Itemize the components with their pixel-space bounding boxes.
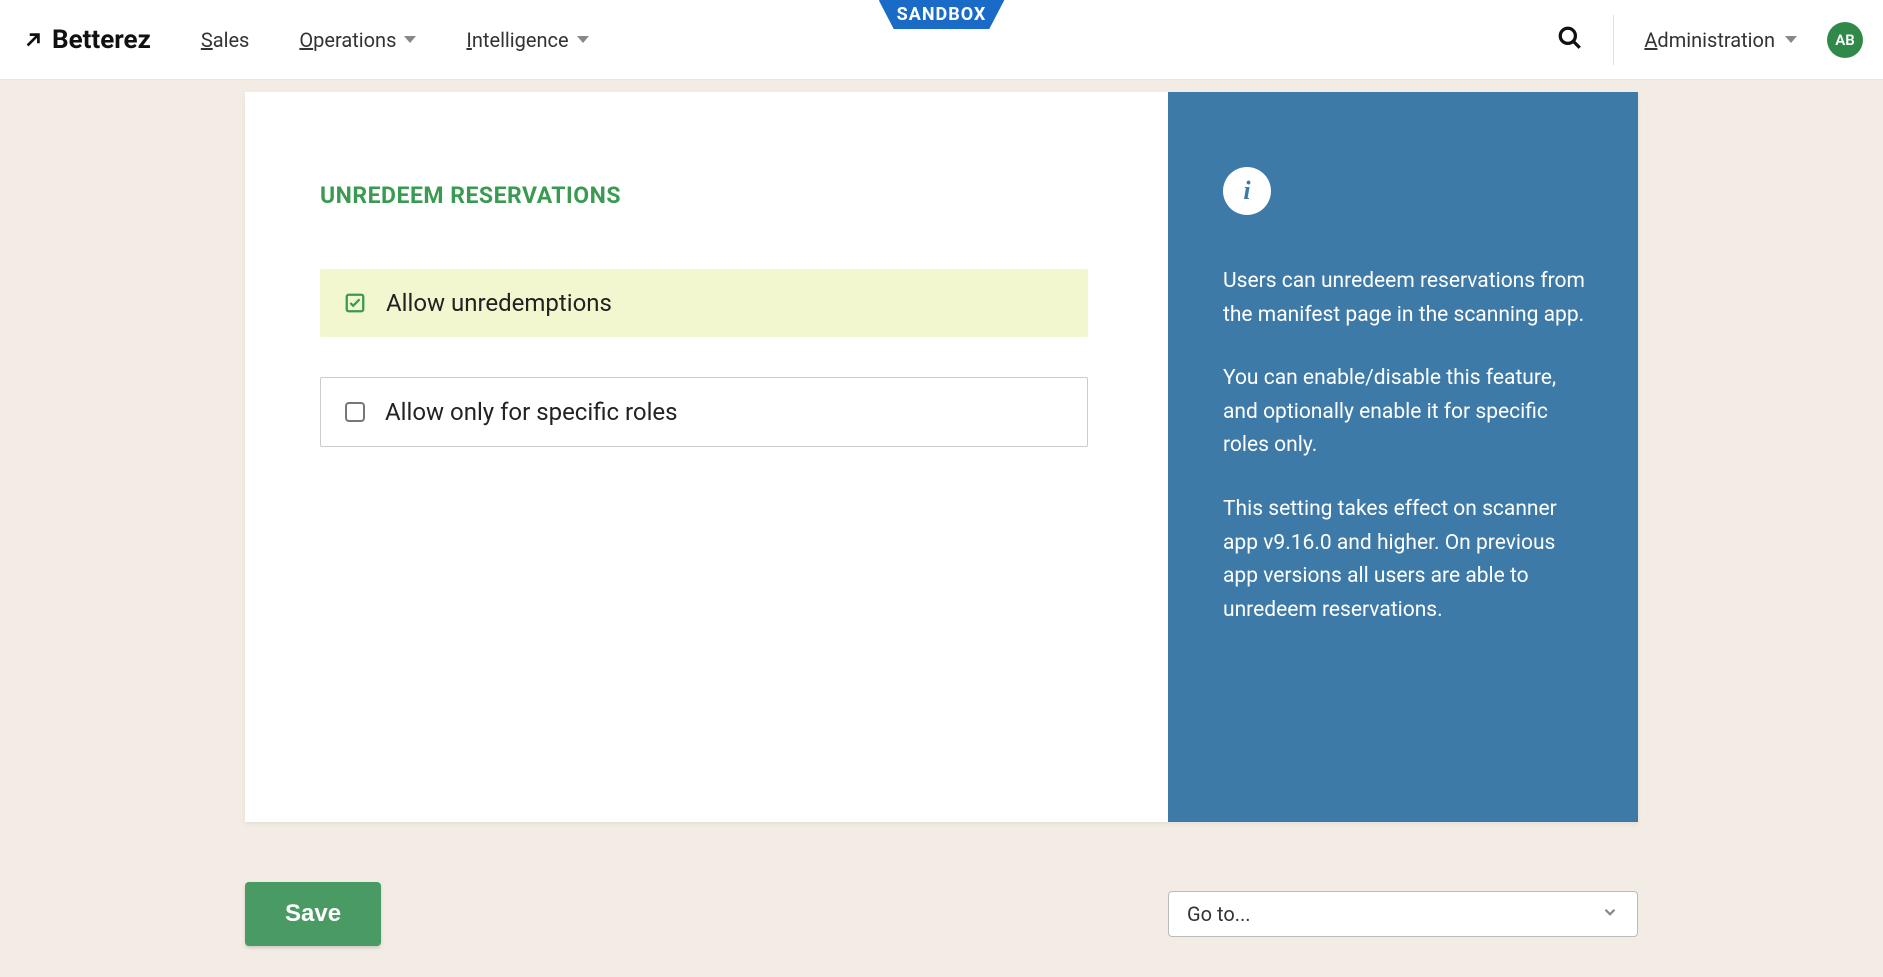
user-avatar[interactable]: AB — [1827, 22, 1863, 58]
goto-label: Go to... — [1187, 902, 1251, 926]
chevron-down-icon — [404, 36, 416, 43]
nav-operations[interactable]: Operations — [299, 28, 416, 52]
goto-dropdown[interactable]: Go to... — [1168, 891, 1638, 937]
chevron-down-icon — [577, 36, 589, 43]
info-paragraph: You can enable/disable this feature, and… — [1223, 362, 1588, 463]
sandbox-badge: SANDBOX — [879, 0, 1005, 29]
checkbox-checked-icon — [344, 292, 366, 314]
chevron-down-icon — [1601, 902, 1619, 926]
info-sidebar: i Users can unredeem reservations from t… — [1168, 92, 1638, 822]
brand-name: Betterez — [52, 25, 151, 55]
settings-form: UNREDEEM RESERVATIONS Allow unredemption… — [245, 92, 1168, 822]
footer-actions: Save Go to... — [245, 882, 1638, 946]
save-button[interactable]: Save — [245, 882, 381, 946]
topbar-right: Administration AB — [1557, 15, 1863, 65]
info-paragraph: This setting takes effect on scanner app… — [1223, 493, 1588, 627]
option-label: Allow only for specific roles — [385, 398, 678, 426]
nav-intelligence[interactable]: Intelligence — [466, 28, 588, 52]
info-text: Users can unredeem reservations from the… — [1223, 265, 1588, 627]
nav-administration-label: Administration — [1644, 28, 1775, 52]
option-label: Allow unredemptions — [386, 289, 612, 317]
chevron-down-icon — [1785, 36, 1797, 43]
option-allow-unredemptions[interactable]: Allow unredemptions — [320, 269, 1088, 337]
nav-intelligence-label: Intelligence — [466, 28, 568, 52]
logo-arrow-icon — [20, 27, 46, 53]
option-specific-roles[interactable]: Allow only for specific roles — [320, 377, 1088, 447]
nav-operations-label: Operations — [299, 28, 396, 52]
info-icon: i — [1223, 167, 1271, 215]
checkbox-unchecked-icon — [345, 402, 365, 422]
info-paragraph: Users can unredeem reservations from the… — [1223, 265, 1588, 332]
settings-panel: UNREDEEM RESERVATIONS Allow unredemption… — [245, 92, 1638, 822]
section-title: UNREDEEM RESERVATIONS — [320, 182, 1088, 209]
brand-logo[interactable]: Betterez — [20, 25, 151, 55]
top-navbar: Betterez Sales Operations Intelligence S… — [0, 0, 1883, 80]
main-nav: Sales Operations Intelligence — [201, 28, 589, 52]
nav-administration[interactable]: Administration — [1644, 28, 1797, 52]
divider — [1613, 15, 1614, 65]
search-icon[interactable] — [1557, 25, 1583, 55]
nav-sales[interactable]: Sales — [201, 28, 250, 52]
